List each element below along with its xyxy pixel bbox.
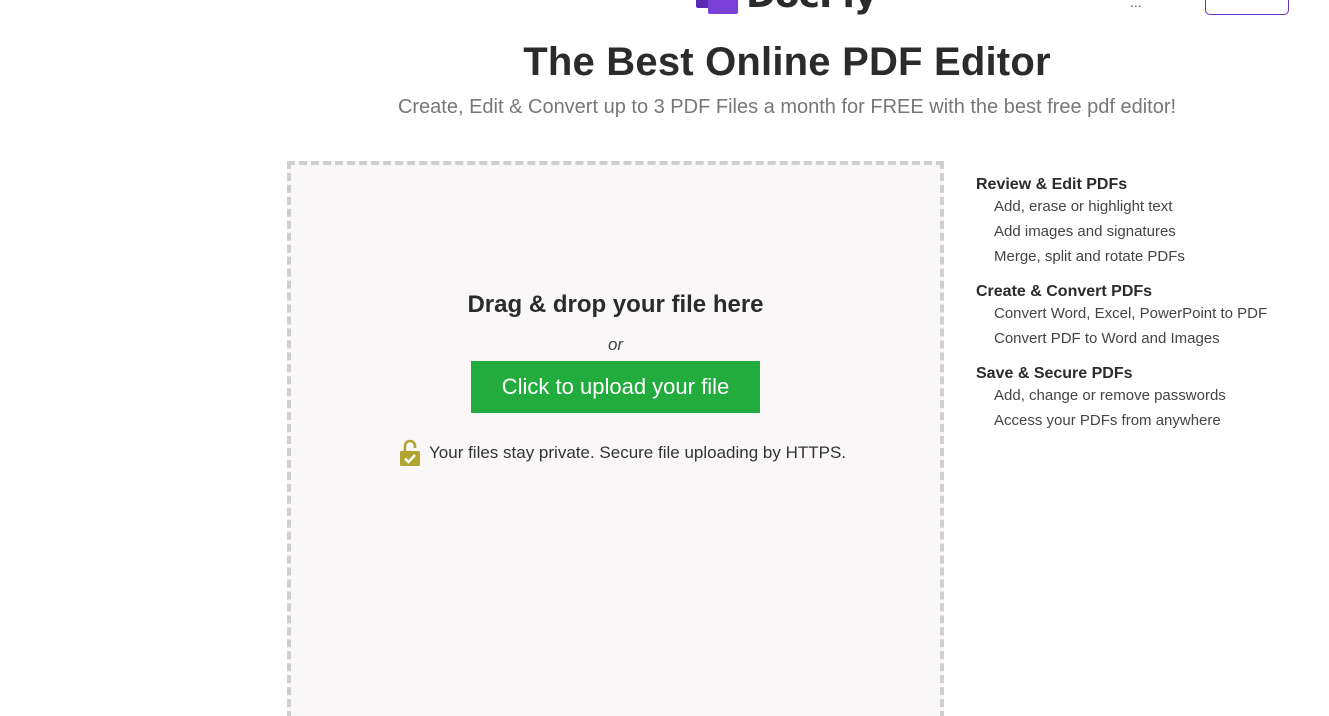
feature-item: Add images and signatures [994, 223, 1176, 240]
upload-file-button[interactable]: Click to upload your file [471, 361, 760, 413]
feature-group-save-secure: Save & Secure PDFs Add, change or remove… [976, 365, 1316, 430]
secure-upload-note: Your files stay private. Secure file upl… [399, 439, 846, 467]
feature-heading: Create & Convert PDFs [976, 283, 1153, 300]
feature-item: Convert PDF to Word and Images [994, 330, 1220, 347]
drop-title: Drag & drop your file here [467, 291, 764, 318]
feature-list: Review & Edit PDFs Add, erase or highlig… [976, 176, 1316, 447]
header-menu-hint[interactable]: ... [1130, 0, 1142, 10]
feature-item: Convert Word, Excel, PowerPoint to PDF [994, 305, 1268, 322]
feature-item: Add, erase or highlight text [994, 198, 1173, 215]
page: DocFly ... The Best Online PDF Editor Cr… [0, 0, 1329, 716]
logo-icon [696, 0, 740, 14]
feature-item: Access your PDFs from anywhere [994, 412, 1221, 429]
account-button[interactable] [1205, 0, 1289, 15]
feature-heading: Review & Edit PDFs [976, 176, 1128, 193]
feature-item: Merge, split and rotate PDFs [994, 248, 1185, 265]
logo[interactable]: DocFly [696, 0, 877, 14]
page-subtitle: Create, Edit & Convert up to 3 PDF Files… [397, 96, 1177, 118]
drop-or-text: or [607, 335, 624, 354]
feature-group-create-convert: Create & Convert PDFs Convert Word, Exce… [976, 283, 1316, 348]
secure-upload-text: Your files stay private. Secure file upl… [429, 443, 847, 462]
lock-icon [400, 439, 420, 466]
page-title: The Best Online PDF Editor [523, 40, 1051, 84]
feature-item: Add, change or remove passwords [994, 387, 1226, 404]
file-drop-zone[interactable]: Drag & drop your file here or Click to u… [287, 161, 944, 716]
feature-group-review-edit: Review & Edit PDFs Add, erase or highlig… [976, 176, 1316, 266]
logo-text: DocFly [746, 0, 877, 14]
feature-heading: Save & Secure PDFs [976, 365, 1133, 382]
